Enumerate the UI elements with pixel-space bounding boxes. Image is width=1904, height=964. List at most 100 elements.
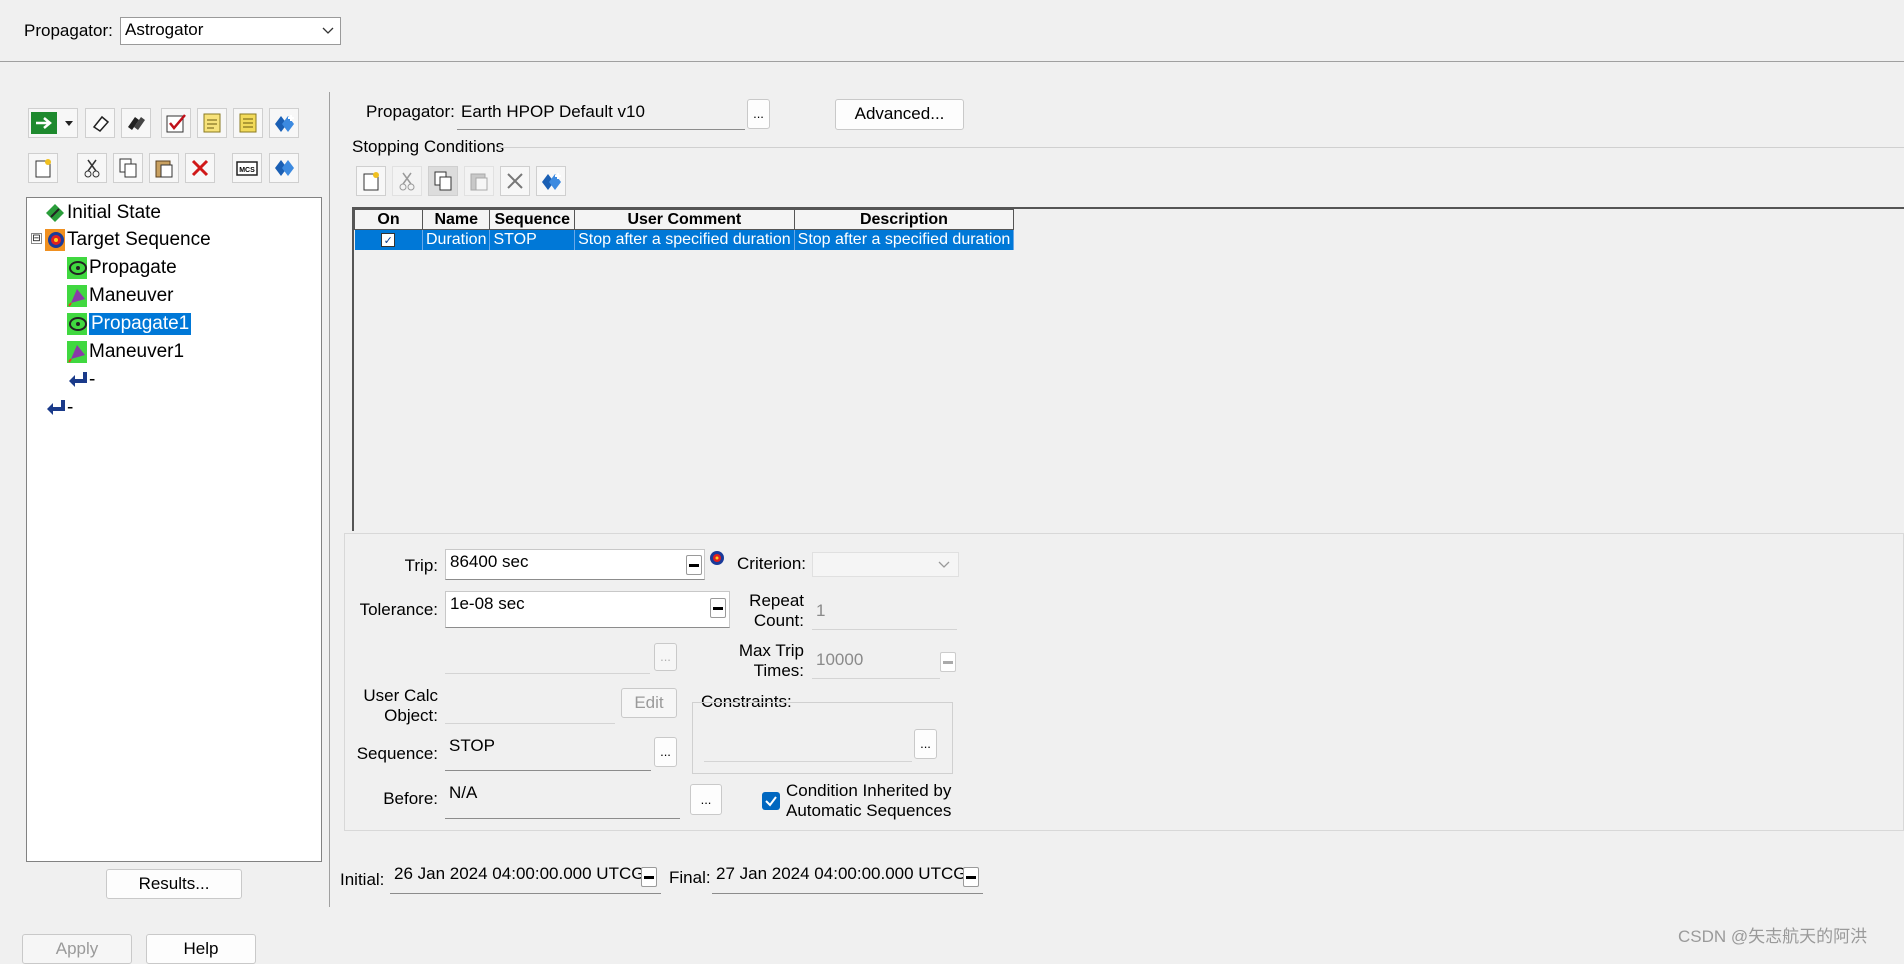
tree-item-propagate[interactable]: Propagate [67,256,177,279]
run-icon [31,112,57,134]
trip-unit-button[interactable]: ▬ [686,555,702,575]
apply-button[interactable]: Apply [22,934,132,964]
checkmark-icon [765,796,777,807]
col-on[interactable]: On [354,209,423,230]
collapse-toggle[interactable]: ⊟ [31,233,42,244]
user-calc-field[interactable] [445,688,615,724]
top-propagator-select[interactable]: Astrogator [120,17,341,45]
sc-paste-button[interactable] [464,166,494,196]
final-epoch-field[interactable]: 27 Jan 2024 04:00:00.000 UTCG [712,862,983,894]
trip-field[interactable]: 86400 sec [445,549,705,580]
max-trip-times-field[interactable]: 10000 [812,644,940,679]
repeat-count-field[interactable]: 1 [812,595,957,630]
tree-item-initial-state[interactable]: Initial State [45,201,161,224]
tree-item-propagate1[interactable]: Propagate1 [67,312,192,335]
target-icon[interactable] [709,550,725,571]
component-button[interactable] [269,153,299,183]
table-header: On Name Sequence User Comment Descriptio… [354,209,1015,230]
insert-component-button[interactable] [269,108,299,138]
initial-state-icon [45,203,65,223]
mcs-button[interactable]: MCS [232,153,262,183]
stopping-conditions-table[interactable]: On Name Sequence User Comment Descriptio… [352,207,1904,531]
tree-item-return-outer[interactable]: - [45,396,73,419]
check-button[interactable] [161,108,191,138]
delete-button[interactable] [185,153,215,183]
repeat-count-label: Repeat Count: [749,591,804,630]
col-description[interactable]: Description [793,209,1015,230]
tolerance-field[interactable]: 1e-08 sec [445,591,730,628]
final-unit-button[interactable]: ▬ [963,867,979,887]
sc-copy-button[interactable] [428,166,458,196]
propagator-browse-button[interactable]: ... [747,99,770,129]
eraser-icon [92,115,110,132]
help-button[interactable]: Help [146,934,256,964]
before-field[interactable]: N/A [445,781,680,819]
clear-button[interactable] [85,108,115,138]
initial-label: Initial: [340,870,385,889]
final-label: Final: [669,868,711,887]
sc-component-button[interactable] [536,166,566,196]
constraints-browse-button[interactable]: ... [914,729,937,759]
notes2-icon [239,113,257,133]
delete-icon [191,159,209,177]
paste-icon [470,173,488,191]
component-icon [542,173,561,190]
col-name[interactable]: Name [421,209,491,230]
cut-button[interactable] [77,153,107,183]
function-field[interactable] [445,640,650,674]
notes-button[interactable] [197,108,227,138]
clear-all-button[interactable] [121,108,151,138]
sc-cut-button[interactable] [392,166,422,196]
edit-button[interactable]: Edit [621,688,677,718]
segment-propagator-label: Propagator: [366,102,455,121]
mcs-icon: MCS [236,161,258,176]
constraints-field[interactable] [704,727,912,762]
tree-item-return-inner[interactable]: - [67,368,95,391]
initial-epoch-field[interactable]: 26 Jan 2024 04:00:00.000 UTCG [390,862,661,894]
row-sequence: STOP [489,229,576,250]
notes2-button[interactable] [233,108,263,138]
sequence-label: Sequence: [356,744,438,763]
initial-unit-button[interactable]: ▬ [641,867,657,887]
max-trip-unit-button[interactable]: ▬ [940,652,956,672]
col-user-comment[interactable]: User Comment [574,209,795,230]
segment-propagator-field[interactable]: Earth HPOP Default v10 [457,98,745,130]
tree-item-target-sequence[interactable]: Target Sequence [45,228,211,251]
return-icon [45,398,65,418]
before-browse-button[interactable]: ... [690,784,722,815]
sequence-field[interactable]: STOP [445,734,651,771]
cut-icon [84,159,100,178]
table-row[interactable]: ✓ Duration STOP Stop after a specified d… [354,229,1015,250]
before-label: Before: [383,789,438,808]
tree-item-label: - [67,396,74,418]
row-on-checkbox[interactable]: ✓ [381,233,396,248]
col-sequence[interactable]: Sequence [489,209,576,230]
max-trip-times-label: Max Trip Times: [738,641,804,680]
criterion-select[interactable] [812,552,959,577]
delete-icon [507,173,523,189]
function-browse-button[interactable]: ... [654,643,677,671]
sequence-browse-button[interactable]: ... [654,737,677,767]
row-comment: Stop after a specified duration [574,229,795,250]
advanced-button[interactable]: Advanced... [835,99,964,130]
return-icon [67,370,87,390]
inherited-label: Condition Inherited by Automatic Sequenc… [786,781,952,820]
inherited-checkbox[interactable] [762,792,780,810]
mission-tree[interactable]: Initial State ⊟ Target Sequence Propagat… [26,197,322,862]
tree-item-maneuver[interactable]: Maneuver [67,284,174,307]
sc-new-button[interactable] [356,166,386,196]
stopping-conditions-label: Stopping Conditions [352,137,505,156]
tree-item-maneuver1[interactable]: Maneuver1 [67,340,184,363]
notes-icon [203,113,221,133]
tree-item-label: Initial State [67,201,161,223]
top-propagator-value: Astrogator [125,20,204,39]
copy-icon [434,171,452,191]
run-button[interactable] [28,108,78,138]
maneuver-icon [67,340,87,363]
paste-button[interactable] [149,153,179,183]
copy-button[interactable] [113,153,143,183]
insert-icon [275,115,294,132]
sc-delete-button[interactable] [500,166,530,196]
new-button[interactable] [28,153,58,183]
results-button[interactable]: Results... [106,869,242,899]
